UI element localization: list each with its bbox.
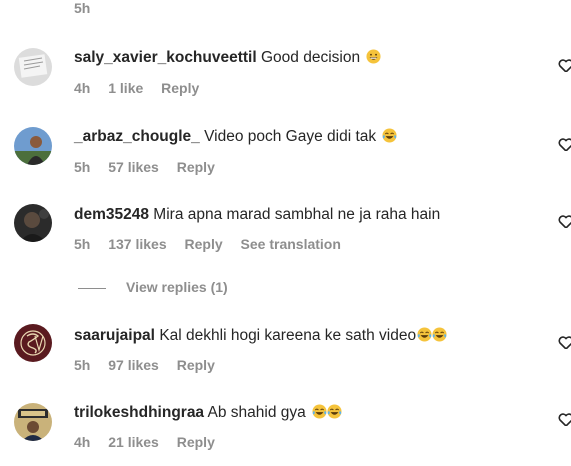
previous-comment-time: 5h: [74, 0, 91, 16]
comment-item: _arbaz_chougle_ Video poch Gaye didi tak…: [0, 119, 571, 189]
heart-outline-icon[interactable]: [558, 215, 571, 228]
comment-username[interactable]: _arbaz_chougle_: [74, 128, 200, 145]
comment-text: Video poch Gaye didi tak: [204, 128, 377, 145]
comment-username[interactable]: dem35248: [74, 206, 149, 223]
grinning-face-icon: [366, 49, 381, 64]
comment-meta: 5h 97 likes Reply: [74, 356, 229, 374]
comment-text: Ab shahid gya: [207, 404, 306, 421]
see-translation-button[interactable]: See translation: [241, 236, 341, 252]
avatar[interactable]: [14, 127, 52, 165]
comment-likes[interactable]: 57 likes: [108, 159, 159, 175]
tears-of-joy-face-icon: [432, 327, 447, 342]
comment-time: 4h: [74, 434, 91, 450]
comment-time: 5h: [74, 236, 91, 252]
comment-text: Kal dekhli hogi kareena ke sath video: [159, 327, 417, 344]
tears-of-joy-face-icon: [312, 404, 327, 419]
comment-body: saarujaipal Kal dekhli hogi kareena ke s…: [74, 326, 447, 346]
heart-outline-icon[interactable]: [558, 336, 571, 349]
avatar-image: [14, 403, 52, 441]
reply-button[interactable]: Reply: [177, 434, 215, 450]
comment-username[interactable]: trilokeshdhingraa: [74, 404, 204, 421]
comment-time: 4h: [74, 80, 91, 96]
comment-likes[interactable]: 137 likes: [108, 236, 166, 252]
comment-body: _arbaz_chougle_ Video poch Gaye didi tak: [74, 127, 397, 147]
comment-username[interactable]: saarujaipal: [74, 327, 155, 344]
comment-meta: 4h 1 like Reply: [74, 79, 213, 97]
reply-button[interactable]: Reply: [185, 236, 223, 252]
comment-likes[interactable]: 1 like: [108, 80, 143, 96]
tears-of-joy-face-icon: [417, 327, 432, 342]
avatar[interactable]: [14, 324, 52, 362]
comment-meta: 4h 21 likes Reply: [74, 433, 229, 451]
heart-outline-icon[interactable]: [558, 138, 571, 151]
comment-likes[interactable]: 21 likes: [108, 434, 159, 450]
reply-button[interactable]: Reply: [161, 80, 199, 96]
comment-body: saly_xavier_kochuveettil Good decision: [74, 48, 381, 68]
heart-outline-icon[interactable]: [558, 59, 571, 72]
avatar-image: [14, 204, 52, 242]
divider: [78, 287, 106, 289]
comment-item: saly_xavier_kochuveettil Good decision 4…: [0, 40, 571, 110]
reply-button[interactable]: Reply: [177, 357, 215, 373]
comment-body: dem35248 Mira apna marad sambhal ne ja r…: [74, 205, 440, 225]
avatar-image: [14, 127, 52, 165]
comment-time: 5h: [74, 159, 91, 175]
avatar[interactable]: [14, 204, 52, 242]
comment-body: trilokeshdhingraa Ab shahid gya: [74, 403, 342, 423]
avatar[interactable]: [14, 48, 52, 86]
comment-item: trilokeshdhingraa Ab shahid gya 4h 21 li…: [0, 396, 571, 466]
avatar-image: [14, 324, 52, 362]
reply-button[interactable]: Reply: [177, 159, 215, 175]
comment-text: Mira apna marad sambhal ne ja raha hain: [153, 206, 441, 223]
tears-of-joy-face-icon: [382, 128, 397, 143]
heart-outline-icon[interactable]: [558, 413, 571, 426]
tears-of-joy-face-icon: [327, 404, 342, 419]
comment-item: dem35248 Mira apna marad sambhal ne ja r…: [0, 198, 571, 268]
comment-username[interactable]: saly_xavier_kochuveettil: [74, 49, 257, 66]
comment-text: Good decision: [260, 49, 361, 66]
comment-time: 5h: [74, 357, 91, 373]
comment-meta: 5h 57 likes Reply: [74, 158, 229, 176]
view-replies-label: View replies (1): [126, 279, 228, 295]
comment-item: saarujaipal Kal dekhli hogi kareena ke s…: [0, 318, 571, 388]
avatar[interactable]: [14, 403, 52, 441]
avatar-image: [14, 48, 52, 86]
comment-meta: 5h 137 likes Reply See translation: [74, 235, 355, 253]
view-replies-button[interactable]: View replies (1): [78, 278, 228, 296]
comment-likes[interactable]: 97 likes: [108, 357, 159, 373]
